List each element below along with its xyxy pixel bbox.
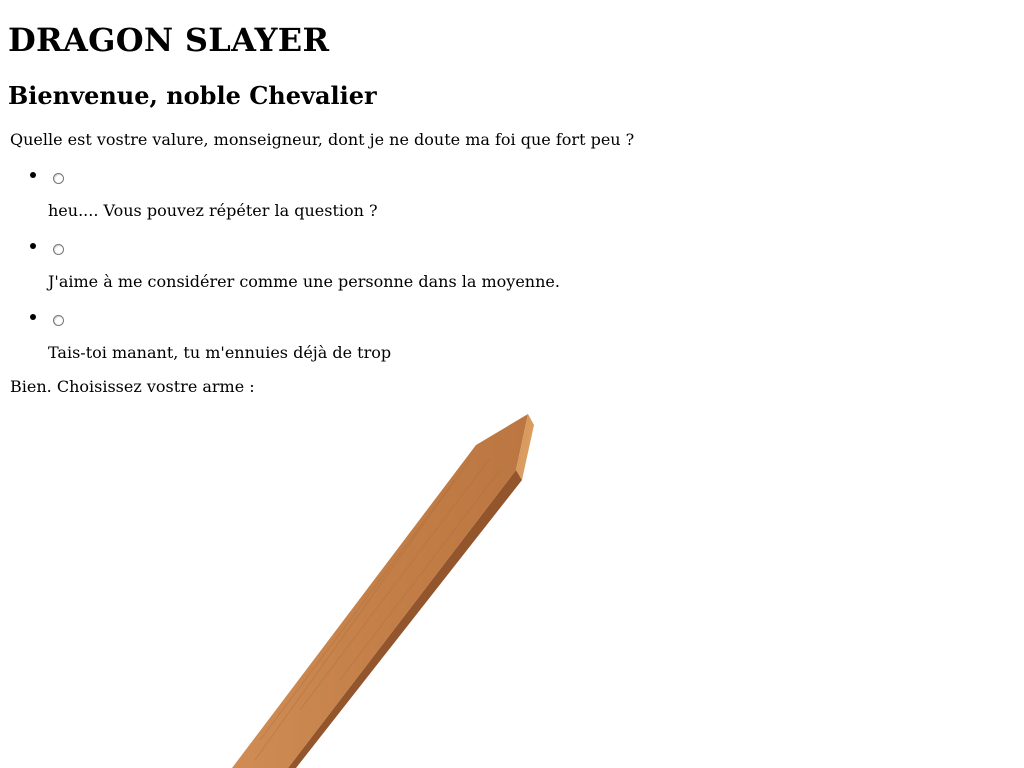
bullet-icon [30,243,36,249]
stick-shadow-side [288,470,522,768]
weapon-prompt: Bien. Choisissez vostre arme : [10,377,255,396]
answer-label: heu.... Vous pouvez répéter la question … [48,201,378,220]
answer-list: heu.... Vous pouvez répéter la question … [0,166,900,379]
answer-label: Tais-toi manant, tu m'ennuies déjà de tr… [48,343,392,362]
answer-radio-1[interactable] [53,173,64,184]
question-text: Quelle est vostre valure, monseigneur, d… [10,130,635,149]
bullet-icon [30,314,36,320]
answer-radio-2[interactable] [53,244,64,255]
answer-item: Tais-toi manant, tu m'ennuies déjà de tr… [0,308,900,379]
page-title: DRAGON SLAYER [8,21,330,59]
answer-label: J'aime à me considérer comme une personn… [48,272,560,291]
answer-radio-3[interactable] [53,315,64,326]
answer-item: J'aime à me considérer comme une personn… [0,237,900,308]
answer-item: heu.... Vous pouvez répéter la question … [0,166,900,237]
wooden-stick-icon[interactable] [0,400,560,768]
bullet-icon [30,172,36,178]
page-subtitle: Bienvenue, noble Chevalier [8,81,377,110]
page: DRAGON SLAYER Bienvenue, noble Chevalier… [0,0,1024,768]
